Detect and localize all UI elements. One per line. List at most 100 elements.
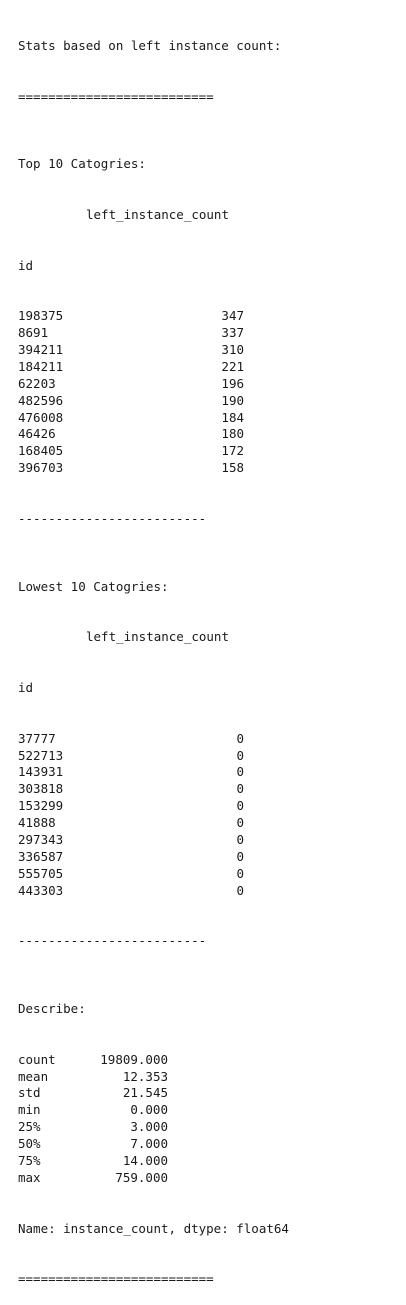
lowest-row-value: 0 — [236, 848, 244, 864]
top-heading: Top 10 Catogries: — [18, 156, 146, 172]
table-row: 41888 0 — [18, 815, 244, 832]
lowest-row-value: 0 — [236, 832, 244, 848]
top-row-key: 482596 — [18, 392, 64, 408]
lowest-row-key: 555705 — [18, 865, 64, 881]
describe-row-key: mean — [18, 1068, 49, 1084]
describe-row-value: 3.000 — [130, 1119, 168, 1135]
describe-row-key: min — [18, 1102, 41, 1118]
table-row: 336587 0 — [18, 849, 244, 866]
table-row: 476008 184 — [18, 410, 244, 427]
top-row-value: 221 — [221, 358, 244, 374]
top-row-key: 168405 — [18, 443, 64, 459]
table-row: 184211 221 — [18, 359, 244, 376]
top-table: 198375 347 8691 337 394211 310 184211 221 62203 1… — [18, 308, 289, 477]
table-row: 143931 0 — [18, 764, 244, 781]
describe-row-key: 75% — [18, 1153, 41, 1169]
describe-heading: Describe: — [18, 1001, 86, 1016]
top-row-key: 62203 — [18, 375, 56, 391]
separator-single-2: ------------------------- — [18, 933, 207, 949]
separator-single-1: ------------------------- — [18, 510, 207, 526]
top-row-value: 310 — [221, 342, 244, 358]
top-row-value: 190 — [221, 392, 244, 408]
lowest-row-key: 41888 — [18, 815, 56, 831]
describe-row-key: max — [18, 1169, 41, 1185]
describe-row-key: count — [18, 1051, 56, 1067]
describe-row-value: 21.545 — [122, 1085, 168, 1101]
top-row-key: 8691 — [18, 325, 49, 341]
lowest-row-key: 153299 — [18, 798, 64, 814]
top-row-key: 396703 — [18, 460, 64, 476]
table-row: 522713 0 — [18, 748, 244, 765]
lowest-row-value: 0 — [236, 764, 244, 780]
top-row-value: 347 — [221, 308, 244, 324]
lowest-row-value: 0 — [236, 798, 244, 814]
describe-row-value: 19809.000 — [100, 1051, 168, 1067]
describe-row-key: 50% — [18, 1136, 41, 1152]
lowest-row-key: 443303 — [18, 882, 64, 898]
stats-title: Stats based on left instance count: — [18, 37, 282, 53]
lowest-row-key: 303818 — [18, 781, 64, 797]
describe-row-key: 25% — [18, 1119, 41, 1135]
table-row: 25% 3.000 — [18, 1119, 168, 1136]
table-row: count 19809.000 — [18, 1052, 168, 1069]
top-row-value: 184 — [221, 409, 244, 425]
lowest-row-value: 0 — [236, 815, 244, 831]
table-row: 555705 0 — [18, 866, 244, 883]
table-row: max 759.000 — [18, 1170, 168, 1187]
describe-table: count 19809.000 mean 12.353 std 21.545 min 0.00… — [18, 1052, 289, 1187]
separator-double-bottom: ========================== — [18, 1271, 214, 1287]
table-row: 297343 0 — [18, 832, 244, 849]
describe-row-value: 14.000 — [122, 1153, 168, 1169]
table-row: 396703 158 — [18, 460, 244, 477]
table-row: 62203 196 — [18, 376, 244, 393]
table-row: 37777 0 — [18, 731, 244, 748]
top-column-header: left_instance_count — [86, 206, 229, 222]
table-row: 394211 310 — [18, 342, 244, 359]
table-row: 303818 0 — [18, 781, 244, 798]
table-row: 168405 172 — [18, 443, 244, 460]
top-row-key: 46426 — [18, 426, 56, 442]
table-row: min 0.000 — [18, 1102, 168, 1119]
describe-row-value: 7.000 — [130, 1136, 168, 1152]
lowest-row-key: 143931 — [18, 764, 64, 780]
describe-row-value: 759.000 — [115, 1169, 168, 1185]
table-row: 198375 347 — [18, 308, 244, 325]
lowest-row-value: 0 — [236, 882, 244, 898]
table-row: 46426 180 — [18, 426, 244, 443]
lowest-row-value: 0 — [236, 865, 244, 881]
top-row-value: 158 — [221, 460, 244, 476]
lowest-column-header: left_instance_count — [86, 629, 229, 645]
top-row-key: 394211 — [18, 342, 64, 358]
table-row: 153299 0 — [18, 798, 244, 815]
describe-row-value: 12.353 — [122, 1068, 168, 1084]
lowest-row-key: 336587 — [18, 848, 64, 864]
lowest-table: 37777 0 522713 0 143931 0 303818 0 153299 0 41888 0… — [18, 731, 289, 900]
table-row: 482596 190 — [18, 393, 244, 410]
table-row: 75% 14.000 — [18, 1153, 168, 1170]
describe-row-value: 0.000 — [130, 1102, 168, 1118]
lowest-row-key: 522713 — [18, 747, 64, 763]
lowest-row-value: 0 — [236, 747, 244, 763]
table-row: 8691 337 — [18, 325, 244, 342]
table-row: std 21.545 — [18, 1085, 168, 1102]
top-row-key: 476008 — [18, 409, 64, 425]
lowest-row-value: 0 — [236, 730, 244, 746]
lowest-row-key: 297343 — [18, 832, 64, 848]
top-row-value: 196 — [221, 375, 244, 391]
describe-footer: Name: instance_count, dtype: float64 — [18, 1220, 289, 1236]
describe-row-key: std — [18, 1085, 41, 1101]
lowest-row-value: 0 — [236, 781, 244, 797]
top-index-name: id — [18, 257, 34, 273]
top-row-key: 198375 — [18, 308, 64, 324]
lowest-row-key: 37777 — [18, 730, 56, 746]
separator-double-top: ========================== — [18, 88, 214, 104]
table-row: 443303 0 — [18, 883, 244, 900]
top-row-key: 184211 — [18, 358, 64, 374]
table-row: 50% 7.000 — [18, 1136, 168, 1153]
top-row-value: 172 — [221, 443, 244, 459]
console-output: Stats based on left instance count: ====… — [18, 4, 289, 1305]
top-row-value: 180 — [221, 426, 244, 442]
lowest-heading: Lowest 10 Catogries: — [18, 578, 169, 594]
table-row: mean 12.353 — [18, 1069, 168, 1086]
lowest-index-name: id — [18, 679, 34, 695]
